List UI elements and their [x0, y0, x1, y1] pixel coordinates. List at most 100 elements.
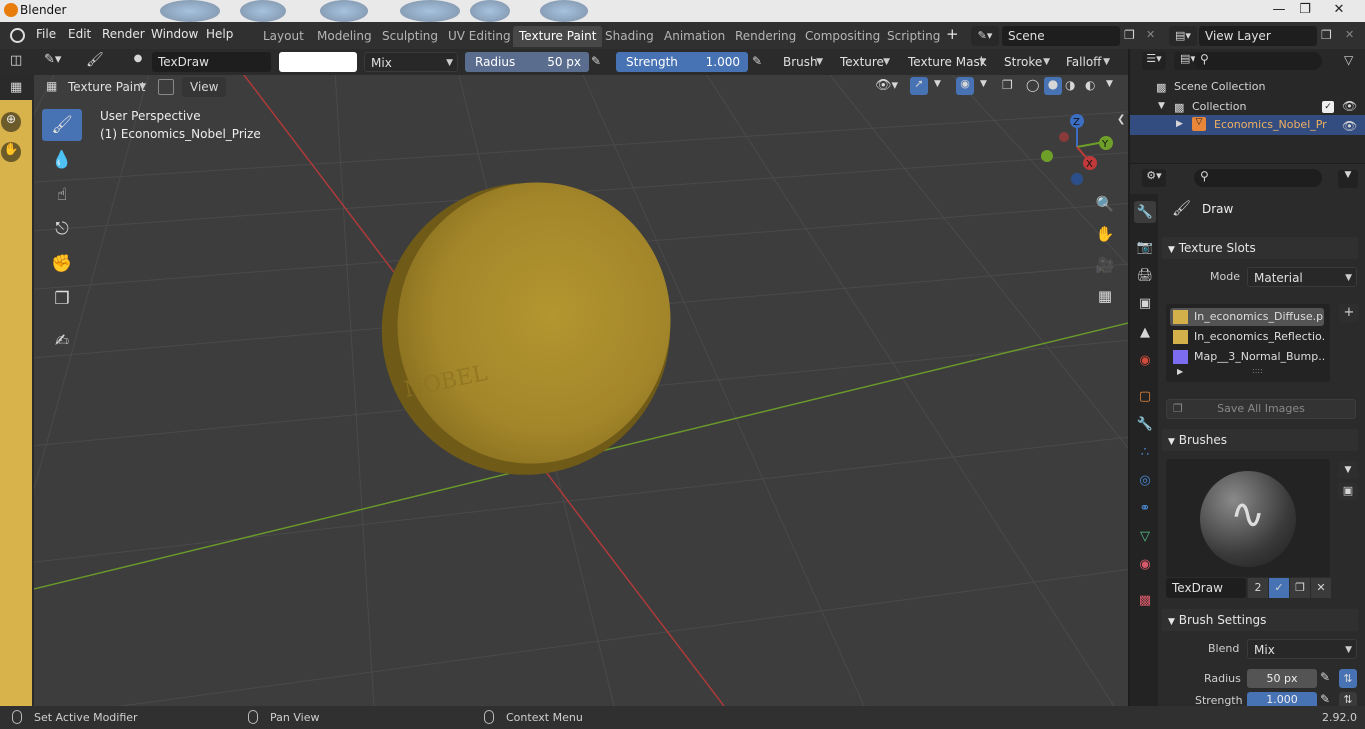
tab-layout[interactable]: Layout	[257, 26, 310, 47]
radius-slider[interactable]: Radius 50 px	[465, 52, 589, 72]
brush-settings-header[interactable]: ▼ Brush Settings	[1162, 609, 1358, 631]
scene-name-field[interactable]: Scene	[1002, 26, 1120, 46]
collection-label[interactable]: Collection	[1192, 100, 1246, 113]
brush-preview[interactable]: ∿	[1166, 459, 1330, 577]
paint-mask-icon[interactable]	[158, 79, 174, 95]
close-button[interactable]: ✕	[1322, 0, 1356, 22]
tab-uv-editing[interactable]: UV Editing	[442, 26, 517, 47]
menu-edit[interactable]: Edit	[68, 27, 91, 41]
expand-arrow-icon[interactable]: ▼	[1158, 101, 1165, 111]
strength-field[interactable]: 1.000	[1247, 692, 1317, 706]
delete-view-layer-icon[interactable]: ✕	[1345, 28, 1354, 41]
view-layer-field[interactable]: View Layer	[1199, 26, 1317, 46]
outliner-object-label[interactable]: Economics_Nobel_Pr	[1214, 118, 1327, 131]
hand-pan-icon[interactable]: ✋	[1, 142, 21, 162]
strength-pressure-icon[interactable]: ✎	[1320, 692, 1330, 706]
tab-sculpting[interactable]: Sculpting	[376, 26, 444, 47]
chevron-down-icon[interactable]: ▼	[934, 79, 941, 89]
brush-color-swatch[interactable]	[279, 52, 357, 72]
texture-slots-header[interactable]: ▼ Texture Slots	[1162, 237, 1358, 259]
tab-tool[interactable]: 🔧	[1134, 201, 1156, 223]
new-scene-icon[interactable]: ❐	[1124, 28, 1135, 42]
properties-search-input[interactable]	[1194, 169, 1322, 187]
list-resize-handle[interactable]: ::::	[1252, 366, 1263, 375]
image-editor-type-icon[interactable]: ▦	[10, 80, 22, 95]
tab-modeling[interactable]: Modeling	[311, 26, 378, 47]
brush-menu[interactable]: Brush ▼	[777, 52, 827, 72]
delete-scene-icon[interactable]: ✕	[1146, 28, 1155, 41]
texture-slot-item[interactable]: Map__3_Normal_Bump....	[1170, 348, 1324, 366]
overlay-toggle-icon[interactable]: ◉	[956, 77, 974, 95]
filter-icon[interactable]: ▽	[1344, 53, 1353, 67]
texture-slot-item[interactable]: In_economics_Reflectio...	[1170, 328, 1324, 346]
soften-tool-button[interactable]: 💧	[42, 144, 82, 176]
tab-constraints[interactable]: ⚭	[1134, 497, 1156, 519]
properties-editor-icon[interactable]: ⚙▾	[1142, 169, 1166, 187]
outliner-editor-icon[interactable]: ☰▾	[1142, 52, 1166, 70]
3d-viewport[interactable]: NOBEL	[34, 75, 1128, 706]
tab-shading[interactable]: Shading	[599, 26, 660, 47]
texture-menu[interactable]: Texture ▼	[834, 52, 894, 72]
mask-tool-button[interactable]: ❐	[42, 283, 82, 315]
menu-help[interactable]: Help	[206, 27, 233, 41]
radius-pressure-icon[interactable]: ✎	[1320, 670, 1330, 684]
unlink-brush-icon[interactable]: ✕	[1311, 578, 1331, 598]
fill-tool-button[interactable]: ✊	[42, 248, 82, 280]
rendered-shading-icon[interactable]: ◐	[1085, 78, 1095, 92]
blender-menu-icon[interactable]	[10, 28, 25, 43]
wireframe-shading-icon[interactable]: ◯	[1026, 78, 1039, 92]
view-layer-icon[interactable]: ▤▾	[1169, 26, 1197, 46]
tab-rendering[interactable]: Rendering	[729, 26, 802, 47]
add-slot-button[interactable]: +	[1339, 304, 1359, 322]
expand-arrow-icon[interactable]: ▶	[1177, 367, 1183, 376]
tab-scene[interactable]: ▲	[1134, 321, 1156, 343]
brush-name-field[interactable]: TexDraw	[152, 52, 271, 72]
tab-output[interactable]: 🖨	[1134, 264, 1156, 286]
radius-unit-toggle-icon[interactable]: ⇅	[1339, 669, 1357, 688]
tab-render[interactable]: 📷	[1134, 236, 1156, 258]
tab-texture-paint[interactable]: Texture Paint	[513, 26, 603, 47]
draw-tool-button[interactable]: 🖌	[42, 109, 82, 141]
brush-user-count[interactable]: 2	[1248, 578, 1268, 598]
eye-icon[interactable]: 👁	[1342, 119, 1357, 133]
blend-mode-dropdown[interactable]: Mix ▼	[364, 52, 458, 72]
new-view-layer-icon[interactable]: ❐	[1321, 28, 1332, 42]
mode-dropdown[interactable]: Material ▼	[1247, 267, 1357, 287]
add-workspace-icon[interactable]: +	[946, 25, 959, 43]
brush-datablock-name[interactable]: TexDraw	[1166, 578, 1246, 598]
radius-pressure-icon[interactable]: ✎	[591, 54, 601, 68]
tab-modifiers[interactable]: 🔧	[1134, 413, 1156, 435]
image-browse-icon[interactable]: ▣	[1338, 482, 1358, 500]
restore-button[interactable]: ❐	[1288, 0, 1322, 22]
menu-render[interactable]: Render	[102, 27, 145, 41]
brushes-header[interactable]: ▼ Brushes	[1162, 429, 1358, 451]
stroke-menu[interactable]: Stroke ▼	[998, 52, 1054, 72]
eye-icon[interactable]: 👁	[1342, 99, 1357, 113]
texture-mask-menu[interactable]: Texture Mask ▼	[902, 52, 990, 72]
fake-user-shield-icon[interactable]: ✓	[1269, 578, 1289, 598]
collection-checkbox[interactable]: ✓	[1322, 101, 1334, 113]
chevron-down-icon[interactable]: ▼	[1338, 170, 1358, 188]
camera-view-button[interactable]: 🎥	[1092, 252, 1118, 278]
tab-scripting[interactable]: Scripting	[881, 26, 946, 47]
strength-toggle-icon[interactable]: ⇅	[1339, 692, 1357, 706]
view-menu[interactable]: View	[182, 77, 227, 97]
zoom-icon[interactable]: ⊕	[1, 112, 21, 132]
tab-object[interactable]: ▢	[1134, 385, 1156, 407]
texture-slot-item[interactable]: In_economics_Diffuse.p...	[1170, 308, 1324, 326]
tab-particles[interactable]: ∴	[1134, 441, 1156, 463]
falloff-menu[interactable]: Falloff ▼	[1060, 52, 1114, 72]
tab-view-layer[interactable]: ▣	[1134, 292, 1156, 314]
pan-view-button[interactable]: ✋	[1092, 221, 1118, 247]
clone-tool-button[interactable]: ⎋	[42, 213, 82, 245]
menu-file[interactable]: File	[36, 27, 56, 41]
tab-animation[interactable]: Animation	[658, 26, 731, 47]
material-shading-icon[interactable]: ◑	[1065, 78, 1075, 92]
solid-shading-icon[interactable]: ●	[1044, 77, 1062, 95]
scene-selector-icon[interactable]: ✎▾	[971, 26, 999, 46]
tab-texture[interactable]: ▩	[1134, 589, 1156, 611]
tab-physics[interactable]: ◎	[1134, 469, 1156, 491]
expand-arrow-icon[interactable]: ▶	[1176, 119, 1183, 129]
chevron-down-icon[interactable]: ▼	[980, 79, 987, 89]
strength-pressure-icon[interactable]: ✎	[752, 54, 762, 68]
